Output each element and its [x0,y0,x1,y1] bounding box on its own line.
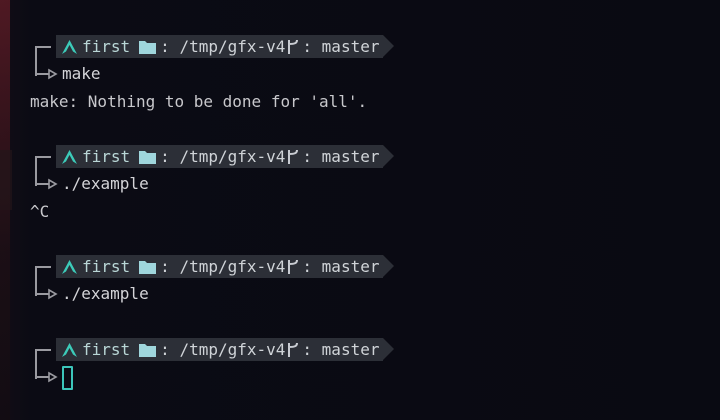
prompt-host: first [82,340,131,359]
prompt-directory: : /tmp/gfx-v4 [139,340,285,359]
arch-linux-icon [62,259,77,274]
folder-icon [139,343,157,357]
command-text: ./example [62,284,149,303]
prompt-branch-name: : master [302,257,380,276]
prompt-arrow-icon [35,365,58,383]
prompt-arrow-icon [35,282,58,300]
prompt-segments: first : /tmp/gfx-v4 : master [56,145,395,168]
prompt-segments: first : /tmp/gfx-v4 : master [56,255,395,278]
command-text: make [62,64,101,83]
prompt-segments: first : /tmp/gfx-v4 : master [56,338,395,361]
prompt-git-branch: : master [285,340,379,359]
prompt-directory-path: : /tmp/gfx-v4 [160,257,286,276]
prompt-directory: : /tmp/gfx-v4 [139,257,285,276]
window-edge-glow [0,0,10,420]
prompt-segments: first : /tmp/gfx-v4 : master [56,35,395,58]
prompt-host: first [82,37,131,56]
command-output: make: Nothing to be done for 'all'. [30,92,368,111]
prompt-host: first [82,147,131,166]
prompt-directory-path: : /tmp/gfx-v4 [160,37,286,56]
git-branch-icon [288,39,299,54]
prompt-branch-name: : master [302,147,380,166]
arch-linux-icon [62,39,77,54]
prompt-git-branch: : master [285,37,379,56]
text-cursor [62,366,73,390]
git-branch-icon [288,259,299,274]
prompt-arrow-icon [35,172,58,190]
prompt-directory-path: : /tmp/gfx-v4 [160,147,286,166]
git-branch-icon [288,149,299,164]
arch-linux-icon [62,149,77,164]
arch-linux-icon [62,342,77,357]
command-output: ^C [30,202,50,221]
prompt-git-branch: : master [285,147,379,166]
prompt-branch-name: : master [302,340,380,359]
folder-icon [139,40,157,54]
prompt-branch-name: : master [302,37,380,56]
prompt-directory: : /tmp/gfx-v4 [139,147,285,166]
folder-icon [139,260,157,274]
prompt-directory-path: : /tmp/gfx-v4 [160,340,286,359]
prompt-host: first [82,257,131,276]
terminal-window[interactable]: first : /tmp/gfx-v4 : master make make: … [0,0,720,420]
folder-icon [139,150,157,164]
prompt-directory: : /tmp/gfx-v4 [139,37,285,56]
prompt-arrow-icon [35,62,58,80]
git-branch-icon [288,342,299,357]
prompt-git-branch: : master [285,257,379,276]
window-edge-shadow [0,150,12,210]
command-text: ./example [62,174,149,193]
